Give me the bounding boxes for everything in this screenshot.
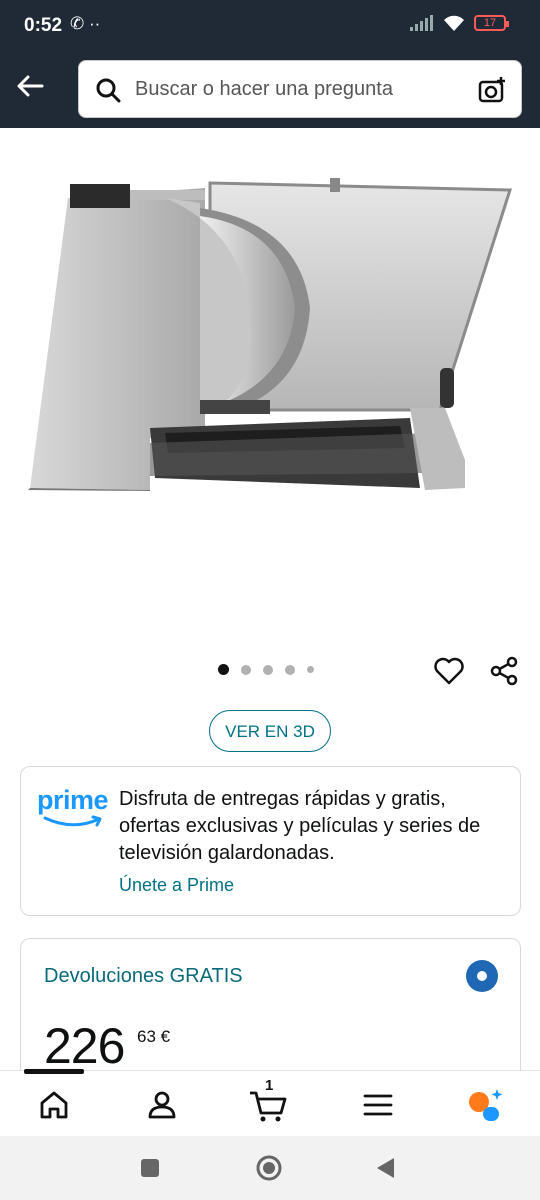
- home-system-icon[interactable]: [255, 1154, 283, 1182]
- back-button[interactable]: [14, 70, 48, 104]
- cart-button[interactable]: 1: [248, 1077, 288, 1125]
- search-input[interactable]: [135, 61, 465, 117]
- prime-promo-card[interactable]: prime Disfruta de entregas rápidas y gra…: [20, 766, 521, 916]
- system-navigation-bar: [0, 1136, 540, 1200]
- home-icon[interactable]: [34, 1085, 74, 1125]
- active-tab-indicator: [24, 1069, 84, 1074]
- prime-description: Disfruta de entregas rápidas y gratis, o…: [119, 788, 481, 864]
- price-whole: 226: [44, 1018, 125, 1074]
- camera-search-icon[interactable]: [477, 75, 507, 105]
- carousel-dot[interactable]: [285, 664, 295, 675]
- status-right-icons: 17: [410, 14, 509, 32]
- cart-count-badge: 1: [265, 1077, 274, 1094]
- back-arrow-icon: [17, 75, 44, 97]
- top-header: [0, 52, 540, 128]
- free-returns-label: Devoluciones GRATIS: [44, 965, 243, 987]
- product-image[interactable]: [0, 128, 540, 648]
- search-bar[interactable]: [78, 60, 522, 118]
- back-system-icon[interactable]: [374, 1156, 396, 1180]
- carousel-dot[interactable]: [241, 664, 251, 675]
- join-prime-link[interactable]: Únete a Prime: [119, 875, 234, 896]
- account-icon[interactable]: [142, 1085, 182, 1125]
- buying-option-card[interactable]: Devoluciones GRATIS 226 63 €: [20, 938, 521, 1088]
- share-icon[interactable]: [488, 655, 520, 687]
- menu-icon[interactable]: [358, 1085, 398, 1125]
- recents-icon[interactable]: [140, 1158, 160, 1178]
- battery-indicator: 17: [474, 15, 509, 31]
- carousel-dot[interactable]: [263, 664, 273, 675]
- bottom-navigation: 1: [0, 1069, 540, 1136]
- status-bar: 0:52 ✆ ·· 17: [0, 0, 540, 52]
- signal-icon: [410, 15, 433, 31]
- view-3d-button[interactable]: VER EN 3D: [209, 710, 331, 752]
- rufus-icon[interactable]: [466, 1085, 506, 1125]
- price-fraction: 63 €: [137, 1027, 171, 1046]
- heart-icon[interactable]: [433, 655, 465, 687]
- search-icon: [96, 78, 121, 103]
- prime-logo: prime: [37, 785, 109, 815]
- wifi-icon: [444, 15, 464, 31]
- status-time: 0:52: [24, 15, 63, 36]
- carousel-dot[interactable]: [307, 666, 314, 673]
- prime-smile-icon: [43, 815, 102, 827]
- notification-icons: ✆ ··: [70, 14, 101, 33]
- carousel-dot[interactable]: [218, 664, 229, 675]
- image-carousel-dots[interactable]: [218, 664, 314, 675]
- option-radio-selected[interactable]: [466, 960, 498, 992]
